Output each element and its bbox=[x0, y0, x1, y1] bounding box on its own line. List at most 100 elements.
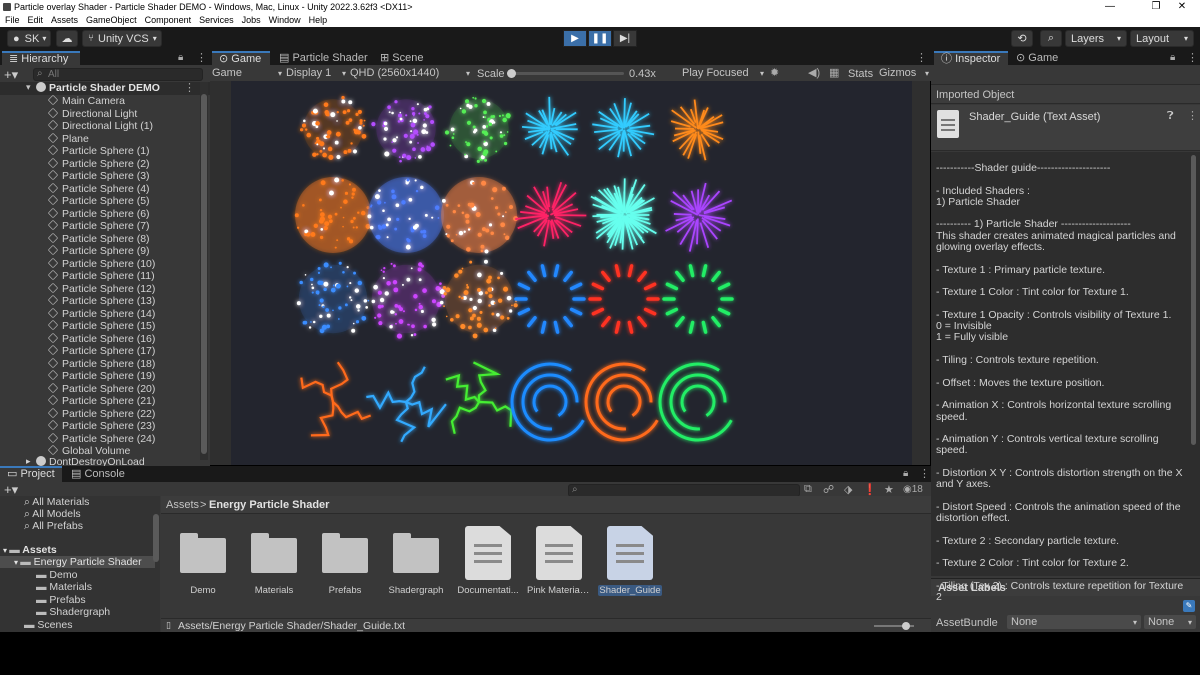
lock-icon[interactable]: 🔒︎ bbox=[1170, 52, 1175, 63]
search-button[interactable]: ⌕ bbox=[1040, 30, 1062, 47]
menu-assets[interactable]: Assets bbox=[51, 14, 78, 27]
scrollbar-thumb[interactable] bbox=[201, 94, 207, 454]
variant-dropdown[interactable]: None ▾ bbox=[1144, 615, 1196, 629]
help-icon[interactable]: ❓︎ bbox=[1167, 110, 1174, 123]
display-dropdown[interactable]: Display 1 ▾ bbox=[286, 66, 346, 80]
tab-project[interactable]: ▭ Project bbox=[0, 466, 62, 482]
scene-options-icon[interactable]: ⋮ bbox=[184, 81, 195, 94]
tree-demo[interactable]: ▬ Demo bbox=[36, 569, 77, 581]
audio-icon[interactable]: ◀) bbox=[808, 66, 820, 79]
tab-hierarchy[interactable]: ≣ Hierarchy bbox=[2, 51, 80, 65]
hierarchy-scrollbar[interactable] bbox=[200, 82, 208, 460]
folder-icon[interactable] bbox=[393, 533, 439, 573]
assetbundle-dropdown[interactable]: None ▾ bbox=[1007, 615, 1141, 629]
tree-scrollbar-thumb[interactable] bbox=[153, 514, 159, 562]
menu-edit[interactable]: Edit bbox=[28, 14, 44, 27]
warning-filter-icon[interactable]: ❗ bbox=[863, 483, 877, 496]
favorite-star-icon[interactable]: ★ bbox=[884, 483, 894, 496]
tree-prefabs[interactable]: ▬ Prefabs bbox=[36, 594, 86, 606]
asset-label[interactable]: Prefabs bbox=[313, 585, 377, 596]
more-options-icon[interactable]: ⋮ bbox=[919, 467, 930, 480]
filter-type-icon[interactable]: ☍ bbox=[823, 483, 834, 496]
cloud-button[interactable]: ☁ bbox=[56, 30, 78, 47]
asset-label[interactable]: Shader_Guide bbox=[598, 585, 662, 596]
hierarchy-item-label: Particle Sphere (11) bbox=[62, 270, 155, 282]
favorite-all-prefabs[interactable]: ⌕ All Prefabs bbox=[24, 520, 83, 533]
layers-dropdown[interactable]: Layers ▾ bbox=[1065, 30, 1127, 47]
chevron-down-icon: ▾ bbox=[1132, 617, 1137, 627]
tree-shadergraph[interactable]: ▬ Shadergraph bbox=[36, 606, 110, 618]
more-options-icon[interactable]: ⋮ bbox=[1187, 51, 1198, 64]
bug-icon[interactable]: ✹ bbox=[770, 66, 779, 79]
lock-icon[interactable]: 🔒︎ bbox=[178, 52, 183, 63]
asset-label[interactable]: Pink Material I... bbox=[527, 585, 591, 596]
menu-services[interactable]: Services bbox=[199, 14, 234, 27]
hierarchy-item-label: Particle Sphere (6) bbox=[62, 207, 150, 220]
play-button[interactable]: ▶ bbox=[563, 30, 587, 47]
text-document-icon[interactable] bbox=[536, 526, 582, 580]
tab-scene[interactable]: ⊞ Scene bbox=[373, 51, 430, 65]
component-options-icon[interactable]: ⋮ bbox=[1187, 109, 1198, 122]
stats-button[interactable]: Stats bbox=[848, 68, 873, 80]
minimize-button[interactable]: — bbox=[1092, 0, 1128, 14]
tab-inspector[interactable]: ⓘ Inspector bbox=[934, 51, 1008, 65]
asset-label[interactable]: Materials bbox=[242, 585, 306, 596]
tab-game-secondary[interactable]: ⊙ Game bbox=[1009, 51, 1065, 65]
search-by-type-icon[interactable]: ⧉ bbox=[804, 483, 812, 496]
layout-dropdown[interactable]: Layout ▾ bbox=[1130, 30, 1194, 47]
vcs-button[interactable]: ⑂ Unity VCS ▾ bbox=[82, 30, 162, 47]
gizmos-dropdown[interactable]: Gizmos ▾ bbox=[879, 66, 929, 80]
scale-slider-thumb[interactable] bbox=[507, 69, 516, 78]
hierarchy-item-label: Particle Sphere (16) bbox=[62, 332, 156, 345]
tab-game[interactable]: ⊙ Game bbox=[212, 51, 270, 65]
tab-console[interactable]: ▤ Console bbox=[64, 466, 132, 482]
tab-particle-shader[interactable]: ▤ Particle Shader bbox=[272, 51, 375, 65]
thumbnail-size-slider[interactable] bbox=[874, 622, 914, 630]
scale-slider[interactable] bbox=[507, 69, 624, 78]
menu-component[interactable]: Component bbox=[145, 14, 192, 27]
menu-jobs[interactable]: Jobs bbox=[242, 14, 261, 27]
chevron-down-icon: ▾ bbox=[1116, 34, 1121, 43]
tree-scenes[interactable]: ▬ Scenes bbox=[24, 619, 72, 631]
game-mode-dropdown[interactable]: Game ▾ bbox=[212, 66, 282, 80]
pause-button[interactable]: ❚❚ bbox=[588, 30, 612, 47]
thumbnail-slider-thumb[interactable] bbox=[902, 622, 910, 630]
asset-label[interactable]: Documentati... bbox=[456, 585, 520, 596]
keyboard-icon[interactable]: ▦ bbox=[829, 66, 839, 79]
folder-icon[interactable] bbox=[180, 533, 226, 573]
more-options-icon[interactable]: ⋮ bbox=[196, 51, 207, 64]
text-file-icon: ▯ bbox=[166, 620, 171, 630]
play-focused-dropdown[interactable]: Play Focused ▾ bbox=[682, 66, 764, 80]
menu-gameobject[interactable]: GameObject bbox=[86, 14, 137, 27]
step-button[interactable]: ▶| bbox=[613, 30, 637, 47]
add-icon[interactable]: +▾ bbox=[4, 67, 18, 83]
text-document-icon[interactable] bbox=[607, 526, 653, 580]
menu-window[interactable]: Window bbox=[269, 14, 301, 27]
lock-icon[interactable]: 🔒︎ bbox=[903, 468, 908, 479]
folder-icon[interactable] bbox=[251, 533, 297, 573]
hidden-packages-count[interactable]: ◉18 bbox=[903, 484, 923, 495]
breadcrumb-current[interactable]: Energy Particle Shader bbox=[209, 499, 329, 511]
inspector-scrollbar[interactable] bbox=[1191, 153, 1197, 573]
menu-file[interactable]: File bbox=[5, 14, 20, 27]
folder-icon[interactable] bbox=[322, 533, 368, 573]
expand-arrow-icon[interactable]: ▾ bbox=[26, 82, 31, 93]
scrollbar-thumb[interactable] bbox=[1191, 155, 1196, 445]
tree-materials[interactable]: ▬ Materials bbox=[36, 581, 92, 593]
menu-help[interactable]: Help bbox=[309, 14, 328, 27]
account-button[interactable]: ● SK ▾ bbox=[7, 30, 51, 47]
asset-label[interactable]: Shadergraph bbox=[384, 585, 448, 596]
breadcrumb-assets[interactable]: Assets bbox=[166, 499, 199, 511]
resolution-dropdown[interactable]: QHD (2560x1440) ▾ bbox=[350, 66, 470, 80]
more-options-icon[interactable]: ⋮ bbox=[916, 51, 927, 64]
close-button[interactable]: ✕ bbox=[1164, 0, 1200, 14]
asset-label[interactable]: Demo bbox=[171, 585, 235, 596]
tree-energy-particle-shader[interactable]: ▾ ▬ Energy Particle Shader bbox=[0, 556, 155, 568]
label-filter-icon[interactable]: ⬗ bbox=[844, 483, 852, 496]
scene-row[interactable]: ▾ Particle Shader DEMO ⋮ bbox=[0, 82, 210, 95]
assets-root[interactable]: ▾ ▬ Assets bbox=[3, 544, 57, 556]
history-button[interactable]: ⟲ bbox=[1011, 30, 1033, 47]
hierarchy-item-label: Particle Sphere (21) bbox=[62, 395, 156, 407]
text-document-icon[interactable] bbox=[465, 526, 511, 580]
hierarchy-search-input[interactable]: All bbox=[33, 68, 203, 81]
